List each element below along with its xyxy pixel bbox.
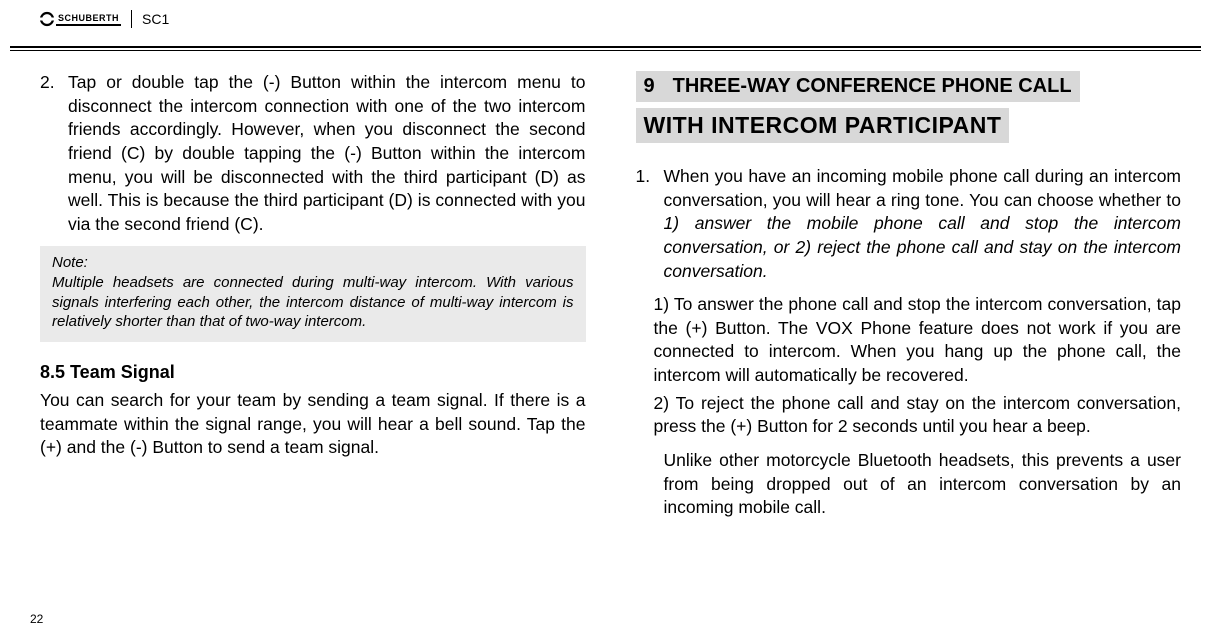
page-number: 22 [30,612,43,626]
chapter-number: 9 [644,75,655,97]
item-text: Tap or double tap the (-) Button within … [68,71,586,236]
team-signal-body: You can search for your team by sending … [40,389,586,460]
chapter-title-text-1: THREE-WAY CONFERENCE PHONE CALL [673,75,1072,97]
item-number: 1. [636,165,664,283]
chapter-title-line2: WITH INTERCOM PARTICIPANT [636,108,1010,143]
chapter-title-line1: 9 THREE-WAY CONFERENCE PHONE CALL [636,71,1080,102]
content-columns: 2. Tap or double tap the (-) Button with… [0,51,1211,520]
page-header: SCHUBERTH SC1 [10,0,1201,48]
subheading-8-5: 8.5 Team Signal [40,362,586,383]
right-column: 9 THREE-WAY CONFERENCE PHONE CALL WITH IN… [636,71,1182,520]
helmet-icon [38,10,56,28]
list-item-1: 1. When you have an incoming mobile phon… [636,165,1182,283]
divider [131,10,132,28]
brand-name: SCHUBERTH [56,13,121,26]
chapter-title: 9 THREE-WAY CONFERENCE PHONE CALL WITH IN… [636,71,1182,143]
sub-item-2: 2) To reject the phone call and stay on … [636,392,1182,439]
item-number: 2. [40,71,68,236]
left-column: 2. Tap or double tap the (-) Button with… [40,71,586,520]
list-item-2: 2. Tap or double tap the (-) Button with… [40,71,586,236]
note-box: Note: Multiple headsets are connected du… [40,246,586,342]
item-text: When you have an incoming mobile phone c… [664,165,1182,283]
note-body: Multiple headsets are connected during m… [52,273,574,332]
sub-item-1: 1) To answer the phone call and stop the… [636,293,1182,388]
item-lead: When you have an incoming mobile phone c… [664,166,1182,210]
model-label: SC1 [142,11,169,27]
note-title: Note: [52,254,574,271]
item-italic: 1) answer the mobile phone call and stop… [664,213,1182,280]
brand-logo: SCHUBERTH [38,10,121,28]
follow-paragraph: Unlike other motorcycle Bluetooth headse… [636,449,1182,520]
